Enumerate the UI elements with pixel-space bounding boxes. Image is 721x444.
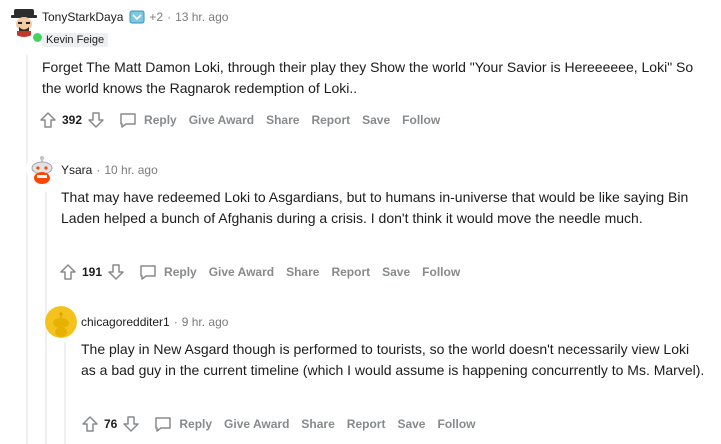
reply-button[interactable]: Reply <box>138 262 197 282</box>
give-award-button[interactable]: Give Award <box>189 113 254 127</box>
award-count: +2 <box>149 10 164 24</box>
vote-score: 76 <box>104 417 118 431</box>
upvote-icon[interactable] <box>80 414 100 434</box>
report-button[interactable]: Report <box>311 113 350 127</box>
thread-line[interactable] <box>64 342 66 444</box>
upvote-icon[interactable] <box>38 110 58 130</box>
comment-meta: TonyStarkDaya +2 · 13 hr. ago <box>42 10 228 24</box>
separator: · <box>173 315 178 329</box>
downvote-icon[interactable] <box>121 414 141 434</box>
comment-body: That may have redeemed Loki to Asgardian… <box>61 189 689 226</box>
save-button[interactable]: Save <box>362 113 390 127</box>
reply-label: Reply <box>179 417 213 431</box>
award-icon[interactable] <box>129 10 145 24</box>
share-button[interactable]: Share <box>301 417 334 431</box>
comment-meta: Ysara · 10 hr. ago <box>61 163 158 177</box>
reply-button[interactable]: Reply <box>118 110 177 130</box>
user-avatar-icon <box>45 306 77 338</box>
avatar[interactable] <box>26 153 58 185</box>
follow-button[interactable]: Follow <box>437 417 475 431</box>
reply-button[interactable]: Reply <box>153 414 212 434</box>
separator: · <box>96 163 101 177</box>
timestamp[interactable]: 13 hr. ago <box>175 10 228 24</box>
report-button[interactable]: Report <box>331 265 370 279</box>
vote-score: 191 <box>82 265 103 279</box>
username[interactable]: chicagoredditer1 <box>81 315 170 329</box>
give-award-button[interactable]: Give Award <box>224 417 289 431</box>
report-button[interactable]: Report <box>347 417 386 431</box>
save-button[interactable]: Save <box>397 417 425 431</box>
separator: · <box>167 10 172 24</box>
comment-bubble-icon <box>140 265 156 280</box>
timestamp[interactable]: 9 hr. ago <box>182 315 229 329</box>
downvote-icon[interactable] <box>86 110 106 130</box>
user-avatar-icon <box>26 153 58 185</box>
username[interactable]: TonyStarkDaya <box>42 10 123 24</box>
comment-bubble-icon <box>155 417 172 432</box>
follow-button[interactable]: Follow <box>402 113 440 127</box>
downvote-icon[interactable] <box>106 262 126 282</box>
comment-actions: 76 Reply Give Award Share Report Save Fo… <box>80 414 475 434</box>
comment-body: Forget The Matt Damon Loki, through thei… <box>42 59 694 96</box>
comment-bubble-icon <box>120 113 136 128</box>
timestamp[interactable]: 10 hr. ago <box>104 163 157 177</box>
share-button[interactable]: Share <box>266 113 299 127</box>
comment-actions: 392 Reply Give Award Share Report Save F… <box>38 110 440 130</box>
reply-label: Reply <box>164 265 197 279</box>
comment-actions: 191 Reply Give Award Share Report Save F… <box>58 262 460 282</box>
give-award-button[interactable]: Give Award <box>209 265 274 279</box>
upvote-icon[interactable] <box>58 262 78 282</box>
user-flair: Kevin Feige <box>42 33 109 47</box>
reply-label: Reply <box>144 113 177 127</box>
comment-meta: chicagoredditer1 · 9 hr. ago <box>81 315 228 329</box>
follow-button[interactable]: Follow <box>422 265 460 279</box>
save-button[interactable]: Save <box>382 265 410 279</box>
vote-score: 392 <box>62 113 83 127</box>
share-button[interactable]: Share <box>286 265 319 279</box>
thread-line[interactable] <box>26 54 28 444</box>
username[interactable]: Ysara <box>61 163 92 177</box>
comment-body: The play in New Asgard though is perform… <box>81 341 705 378</box>
avatar[interactable] <box>45 306 77 338</box>
